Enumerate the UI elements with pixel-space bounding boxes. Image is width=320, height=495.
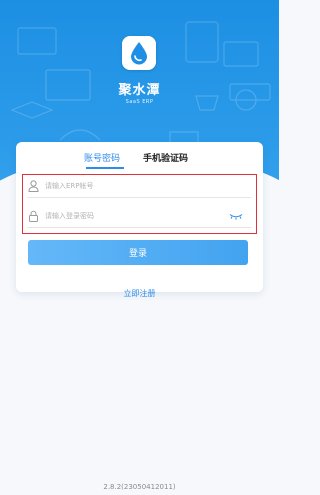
- tab-phone-code[interactable]: 手机验证码: [143, 151, 188, 167]
- brand-subtitle: SaaS ERP: [125, 99, 154, 105]
- account-field: [27, 176, 251, 198]
- login-button[interactable]: 登录: [28, 240, 248, 265]
- password-field: [27, 206, 251, 228]
- password-input[interactable]: [45, 208, 225, 224]
- brand-name: 聚水潭: [118, 83, 161, 98]
- user-icon: [28, 180, 39, 192]
- account-underline: [27, 197, 251, 198]
- version-text: 2.8.2(23050412011): [103, 483, 176, 491]
- password-underline: [27, 227, 251, 228]
- register-link[interactable]: 立即注册: [0, 288, 279, 299]
- app-logo: [122, 36, 156, 70]
- eye-closed-icon[interactable]: [229, 213, 243, 220]
- active-tab-indicator: [86, 167, 124, 169]
- drop-logo-icon: [131, 42, 147, 65]
- tab-account-password[interactable]: 账号密码: [84, 151, 120, 167]
- lock-icon: [29, 210, 38, 222]
- account-input[interactable]: [45, 178, 225, 194]
